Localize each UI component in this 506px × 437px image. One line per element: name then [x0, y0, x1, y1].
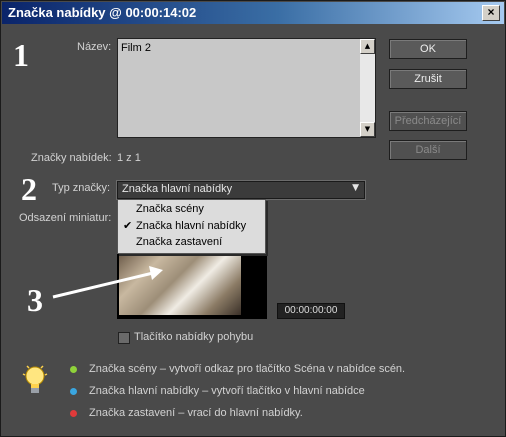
nazev-label: Název:: [77, 41, 112, 53]
title-bar[interactable]: Značka nabídky @ 00:00:14:02 ×: [2, 2, 504, 24]
nazev-textarea[interactable]: Film 2 ▲ ▼: [117, 38, 376, 138]
dropdown-item-stop[interactable]: Značka zastavení: [118, 235, 265, 251]
close-button[interactable]: ×: [482, 5, 500, 21]
annotation-arrow-icon: [52, 266, 163, 299]
checkmark-icon: ✔: [123, 220, 133, 232]
cancel-button[interactable]: Zrušit: [389, 69, 467, 89]
window-title: Značka nabídky @ 00:00:14:02: [8, 5, 197, 20]
znacky-value: 1 z 1: [117, 152, 141, 164]
annotation-number-1: 1: [13, 37, 29, 73]
dropdown-item-main-menu[interactable]: ✔ Značka hlavní nabídky: [118, 219, 265, 235]
next-button[interactable]: Další: [389, 140, 467, 160]
typ-label: Typ značky:: [52, 182, 111, 194]
odsazeni-label: Odsazení miniatur:: [19, 212, 112, 224]
marker-type-select[interactable]: Značka hlavní nabídky ▼: [117, 181, 365, 199]
dropdown-item-label: Značka scény: [136, 203, 204, 215]
legend-main-menu: Značka hlavní nabídky – vytvoří tlačítko…: [89, 385, 365, 397]
stop-marker-dot-icon: [70, 410, 77, 417]
main-menu-marker-dot-icon: [70, 388, 77, 395]
scroll-up-icon[interactable]: ▲: [360, 39, 375, 54]
previous-button[interactable]: Předcházející: [389, 111, 467, 131]
znacky-label: Značky nabídek:: [31, 152, 112, 164]
lightbulb-icon: [22, 365, 48, 393]
marker-type-value: Značka hlavní nabídky: [122, 183, 233, 195]
legend-scene: Značka scény – vytvoří odkaz pro tlačítk…: [89, 363, 406, 375]
motion-menu-checkbox[interactable]: [118, 332, 130, 344]
annotation-number-2: 2: [21, 171, 37, 207]
vertical-scrollbar[interactable]: ▲ ▼: [360, 39, 375, 137]
marker-type-dropdown: Značka scény ✔ Značka hlavní nabídky Zna…: [117, 199, 266, 254]
ok-button[interactable]: OK: [389, 39, 467, 59]
dropdown-item-label: Značka zastavení: [136, 236, 223, 248]
nazev-value: Film 2: [121, 42, 151, 54]
scene-marker-dot-icon: [70, 366, 77, 373]
timecode-display: 00:00:00:00: [277, 303, 345, 319]
dropdown-item-scene[interactable]: Značka scény: [118, 202, 265, 218]
dialog-window: Značka nabídky @ 00:00:14:02 × 1 2 3 Náz…: [0, 0, 506, 437]
dropdown-item-label: Značka hlavní nabídky: [136, 220, 247, 232]
scroll-down-icon[interactable]: ▼: [360, 122, 375, 137]
motion-menu-label: Tlačítko nabídky pohybu: [134, 331, 254, 343]
chevron-down-icon[interactable]: ▼: [352, 183, 359, 193]
legend-stop: Značka zastavení – vrací do hlavní nabíd…: [89, 407, 303, 419]
annotation-number-3: 3: [27, 282, 43, 318]
